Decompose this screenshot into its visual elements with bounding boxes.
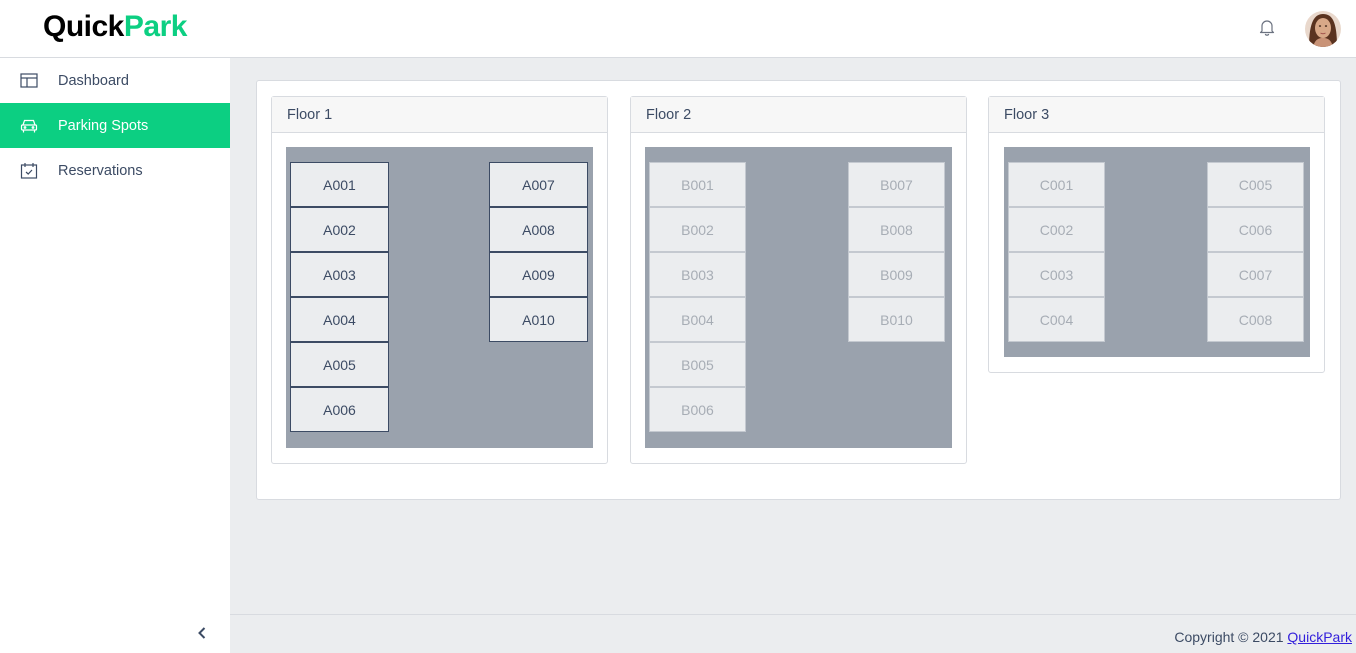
parking-spot[interactable]: A005 <box>290 342 389 387</box>
sidebar: Dashboard Parking Spots Reservations <box>0 58 230 653</box>
parking-lot: C001 C002 C003 C004 C005 C006 C007 C008 <box>1004 147 1310 357</box>
floor-title: Floor 1 <box>272 97 607 133</box>
parking-spot[interactable]: A008 <box>489 207 588 252</box>
parking-spot[interactable]: A003 <box>290 252 389 297</box>
parking-lot: B001 B002 B003 B004 B005 B006 B007 B008 B009 B010 <box>645 147 952 448</box>
parking-spot: C001 <box>1008 162 1105 207</box>
parking-spot[interactable]: A007 <box>489 162 588 207</box>
parking-spot[interactable]: A010 <box>489 297 588 342</box>
floor-panel: Floor 3 C001 C002 C003 C004 C005 C006 C007 C008 <box>988 96 1325 373</box>
sidebar-item-label: Dashboard <box>58 72 129 89</box>
copyright: Copyright © 2021 QuickPark <box>1174 629 1352 645</box>
parking-spot: B005 <box>649 342 746 387</box>
calendar-check-icon <box>19 161 39 181</box>
parking-spot: B002 <box>649 207 746 252</box>
bell-icon[interactable] <box>1257 17 1277 37</box>
user-avatar[interactable] <box>1305 11 1341 47</box>
top-header: QuickPark <box>0 0 1356 58</box>
parking-spot: C008 <box>1207 297 1304 342</box>
parking-spot: C002 <box>1008 207 1105 252</box>
parking-spot: B006 <box>649 387 746 432</box>
parking-spot: B003 <box>649 252 746 297</box>
dashboard-icon <box>19 71 39 91</box>
copyright-text: Copyright © 2021 <box>1174 629 1284 645</box>
car-icon <box>19 116 39 136</box>
app-logo[interactable]: QuickPark <box>43 10 187 44</box>
sidebar-item-label: Reservations <box>58 162 143 179</box>
parking-spot[interactable]: A004 <box>290 297 389 342</box>
sidebar-item-label: Parking Spots <box>58 117 149 134</box>
floor-title: Floor 3 <box>989 97 1324 133</box>
logo-part-quick: Quick <box>43 10 124 43</box>
floor-panel: Floor 1 A001 A002 A003 A004 A005 A006 A007 A008… <box>271 96 608 464</box>
footer: Copyright © 2021 QuickPark <box>230 614 1356 653</box>
parking-spot: B001 <box>649 162 746 207</box>
parking-spot: C004 <box>1008 297 1105 342</box>
parking-spot: C007 <box>1207 252 1304 297</box>
chevron-left-icon[interactable] <box>192 623 212 643</box>
parking-spot: B009 <box>848 252 945 297</box>
parking-spot: B007 <box>848 162 945 207</box>
parking-spot: C005 <box>1207 162 1304 207</box>
logo-part-park: Park <box>123 10 188 43</box>
sidebar-item-dashboard[interactable]: Dashboard <box>0 58 230 103</box>
parking-spot: C003 <box>1008 252 1105 297</box>
parking-spot: B010 <box>848 297 945 342</box>
sidebar-item-parking-spots[interactable]: Parking Spots <box>0 103 230 148</box>
floor-panel: Floor 2 B001 B002 B003 B004 B005 B006 B007 B008… <box>630 96 967 464</box>
parking-spot: B008 <box>848 207 945 252</box>
floor-title: Floor 2 <box>631 97 966 133</box>
parking-spot[interactable]: A009 <box>489 252 588 297</box>
parking-spot[interactable]: A002 <box>290 207 389 252</box>
parking-spot: B004 <box>649 297 746 342</box>
parking-spot[interactable]: A001 <box>290 162 389 207</box>
footer-link[interactable]: QuickPark <box>1287 629 1352 645</box>
parking-lot: A001 A002 A003 A004 A005 A006 A007 A008 A009 A010 <box>286 147 593 448</box>
parking-spot: C006 <box>1207 207 1304 252</box>
parking-spot[interactable]: A006 <box>290 387 389 432</box>
sidebar-item-reservations[interactable]: Reservations <box>0 148 230 193</box>
